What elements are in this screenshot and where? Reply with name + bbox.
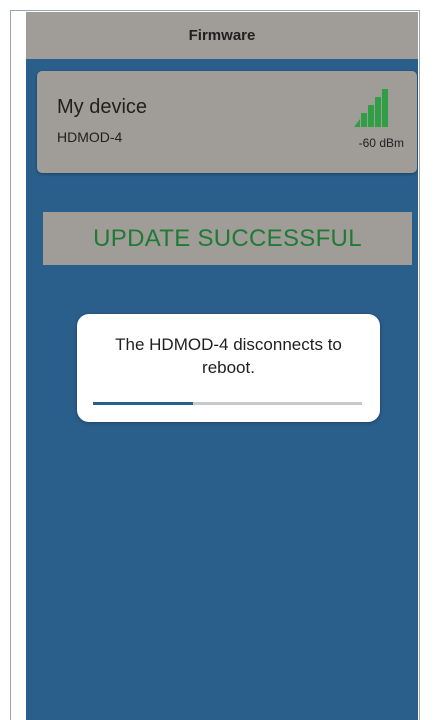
reboot-progress-fill: [93, 402, 193, 405]
page-title: Firmware: [188, 27, 256, 44]
reboot-dialog: The HDMOD-4 disconnects to reboot.: [77, 314, 380, 422]
reboot-progress-bar: [93, 402, 362, 405]
app-screen: Firmware My device HDMOD-4 -60 dBm UPDAT…: [26, 12, 418, 720]
update-status-banner: UPDATE SUCCESSFUL: [43, 212, 412, 265]
signal-bar-5: [382, 89, 388, 127]
update-status-text: UPDATE SUCCESSFUL: [93, 224, 362, 252]
signal-bar-3: [368, 105, 374, 127]
signal-bar-1: [354, 119, 360, 127]
signal-bar-4: [375, 97, 381, 127]
rssi-value: -60 dBm: [358, 136, 404, 150]
device-model: HDMOD-4: [57, 129, 123, 145]
dialog-message: The HDMOD-4 disconnects to reboot.: [115, 335, 342, 377]
device-name: My device: [57, 96, 148, 118]
device-card[interactable]: My device HDMOD-4 -60 dBm: [37, 71, 417, 173]
signal-strength-icon: [354, 89, 388, 127]
title-bar: Firmware: [26, 12, 418, 59]
signal-bar-2: [361, 113, 367, 127]
